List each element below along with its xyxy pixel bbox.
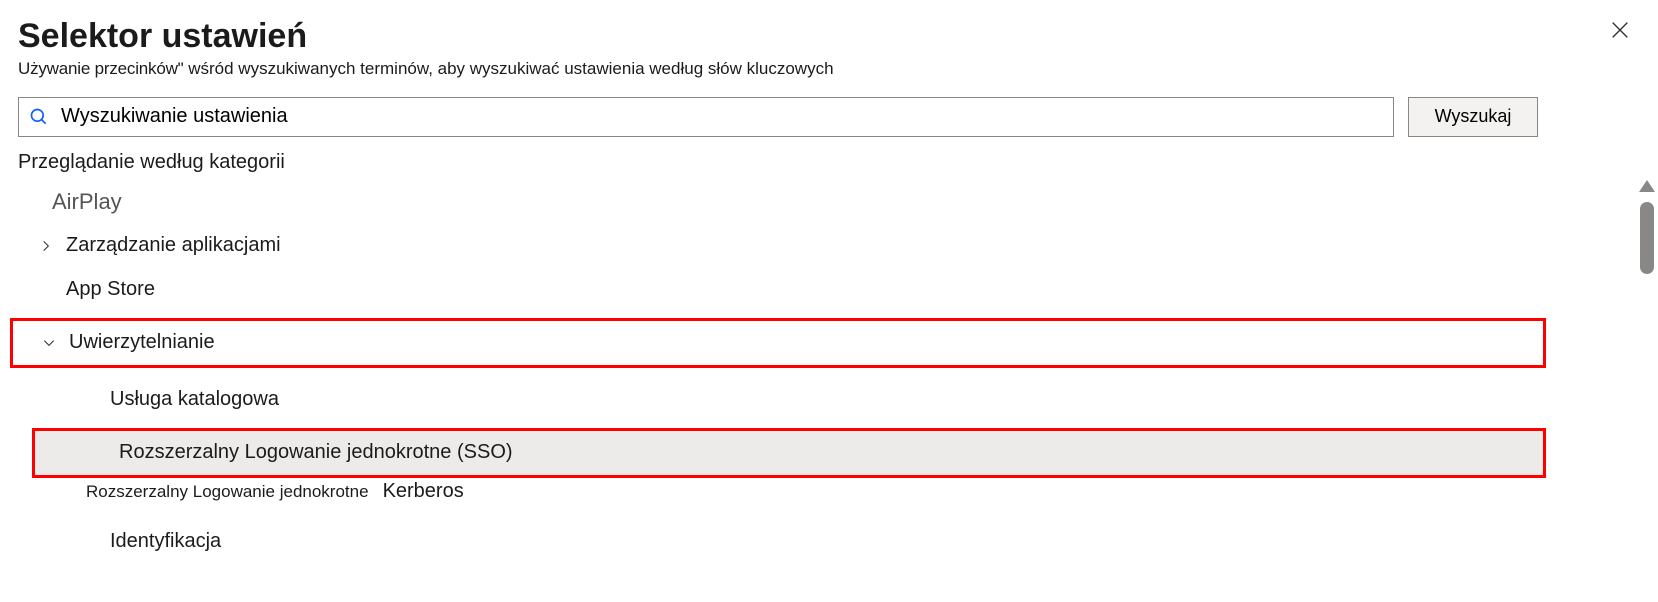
tree-item-label: Identyfikacja xyxy=(110,530,221,553)
search-row: Wyszukaj xyxy=(18,97,1538,137)
tree-item-identification[interactable]: Identyfikacja xyxy=(18,520,1538,564)
subtitle-rest: wśród wyszukiwanych terminów, aby wyszuk… xyxy=(184,59,834,78)
tree-item-label: Zarządzanie aplikacjami xyxy=(66,234,281,257)
highlight-extensible-sso: Rozszerzalny Logowanie jednokrotne (SSO) xyxy=(32,428,1546,478)
kerberos-label: Kerberos xyxy=(383,480,464,503)
chevron-down-icon xyxy=(39,333,59,353)
close-button[interactable] xyxy=(1604,14,1636,46)
tree-item-app-management[interactable]: Zarządzanie aplikacjami xyxy=(18,224,1538,268)
chevron-right-icon xyxy=(36,236,56,256)
scroll-up-arrow-icon[interactable] xyxy=(1639,180,1655,192)
panel-title: Selektor ustawień xyxy=(18,16,1640,57)
tree-item-label: AirPlay xyxy=(52,189,122,215)
tree-item-extensible-sso-kerberos[interactable]: Rozszerzalny Logowanie jednokrotne Kerbe… xyxy=(18,480,1538,520)
scrollbar-thumb[interactable] xyxy=(1640,202,1654,274)
tree-item-authentication[interactable]: Uwierzytelnianie xyxy=(13,321,1543,365)
close-icon xyxy=(1609,19,1631,41)
category-tree-wrapper: AirPlay Zarządzanie aplikacjami App Stor… xyxy=(18,180,1538,564)
tree-item-directory-service[interactable]: Usługa katalogowa xyxy=(18,378,1538,422)
tree-item-label: Usługa katalogowa xyxy=(110,388,279,411)
subtitle-prefix: Używanie przecinków" xyxy=(18,59,184,78)
scrollbar[interactable] xyxy=(1638,180,1656,580)
highlight-authentication: Uwierzytelnianie xyxy=(10,318,1546,368)
search-input[interactable] xyxy=(59,104,1383,129)
tree-item-label: App Store xyxy=(66,278,155,301)
search-box[interactable] xyxy=(18,97,1394,137)
tree-item-extensible-sso[interactable]: Rozszerzalny Logowanie jednokrotne (SSO) xyxy=(35,431,1543,475)
panel-subtitle: Używanie przecinków" wśród wyszukiwanych… xyxy=(18,59,1640,79)
tree-item-label: Rozszerzalny Logowanie jednokrotne (SSO) xyxy=(119,441,513,464)
tree-item-app-store[interactable]: App Store xyxy=(18,268,1538,312)
tree-item-label: Uwierzytelnianie xyxy=(69,331,215,354)
sso-short-label: Rozszerzalny Logowanie jednokrotne xyxy=(86,482,369,502)
browse-by-category-label: Przeglądanie według kategorii xyxy=(18,151,1640,174)
search-icon xyxy=(29,107,49,127)
tree-item-airplay[interactable]: AirPlay xyxy=(18,180,1538,224)
search-button[interactable]: Wyszukaj xyxy=(1408,97,1538,137)
category-tree: AirPlay Zarządzanie aplikacjami App Stor… xyxy=(18,180,1538,564)
settings-picker-panel: Selektor ustawień Używanie przecinków" w… xyxy=(0,0,1658,602)
